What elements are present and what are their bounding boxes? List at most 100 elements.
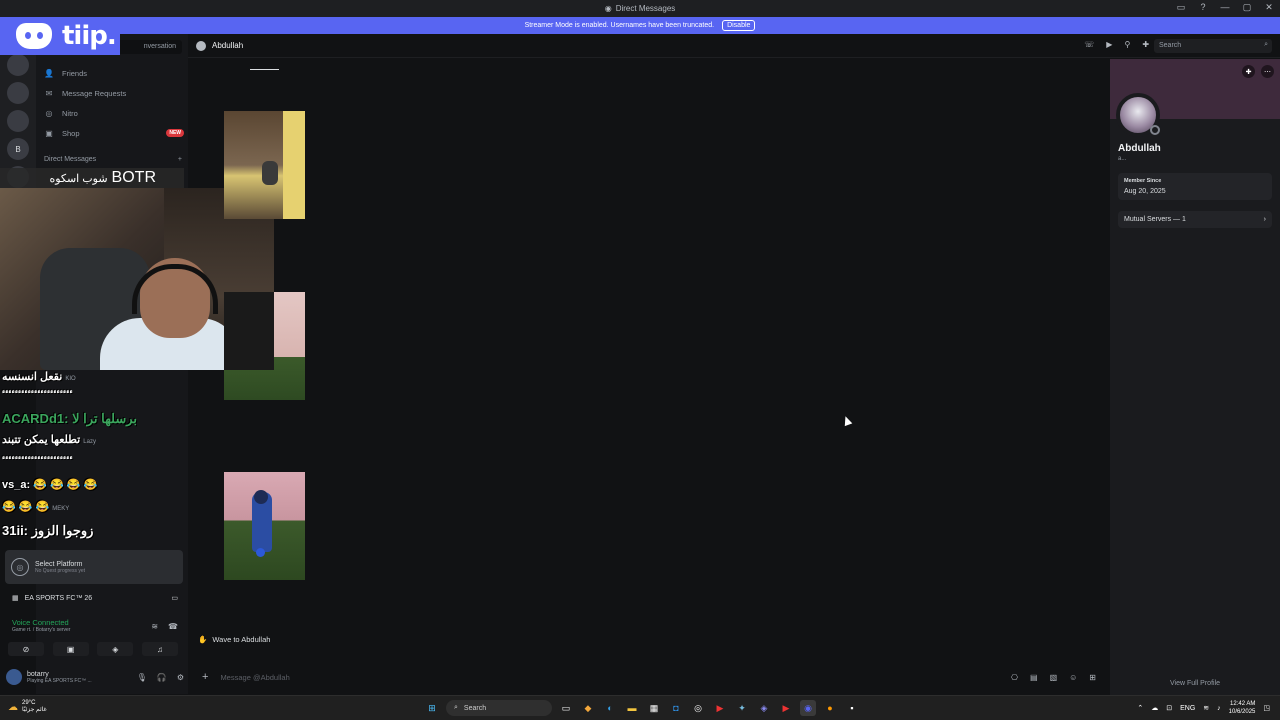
outlook-icon[interactable]: ◘ <box>668 700 684 716</box>
stream-chat-overlay: نقعل انسنسه KIO ٴٴٴٴٴٴٴٴٴٴٴٴٴٴٴٴٴٴٴٴٴٴ A… <box>0 370 186 550</box>
sidebar-item-label: Shop <box>62 128 80 138</box>
cloud-icon[interactable]: ☁ <box>1151 704 1158 712</box>
weather-widget[interactable]: ☁ 29°C غائم جزئيًا <box>8 700 47 714</box>
server-icon[interactable] <box>7 82 29 104</box>
profile-panel: ✚ ⋯ Abdullah a... Member Since Aug 20, 2… <box>1110 59 1280 695</box>
sidebar-item-friends[interactable]: 👤 Friends <box>44 65 184 81</box>
soundboard-button[interactable]: ♫ <box>141 642 178 656</box>
sidebar-item-message-requests[interactable]: ✉ Message Requests <box>44 85 184 101</box>
emoji-icon[interactable]: ☺ <box>1069 673 1077 682</box>
message-composer[interactable]: + Message @Abdullah ⎔ ▤ ▧ ☺ ⊞ <box>196 668 1104 686</box>
file-explorer-icon[interactable]: ▬ <box>624 700 640 716</box>
nitro-icon: ◎ <box>45 108 53 118</box>
chevron-right-icon: › <box>1263 216 1266 223</box>
maximize-button[interactable]: ▢ <box>1242 2 1252 13</box>
camera-off-button[interactable]: ⊘ <box>8 642 44 656</box>
task-view-icon[interactable]: ▭ <box>558 700 574 716</box>
microphone-icon[interactable]: 🎙 <box>137 673 147 682</box>
add-dm-button[interactable]: + <box>178 156 182 163</box>
server-icon[interactable] <box>7 54 29 76</box>
disable-button[interactable]: Disable <box>722 20 756 31</box>
teams-icon[interactable]: ◈ <box>756 700 772 716</box>
video-icon[interactable]: ▶ <box>1106 40 1112 49</box>
help-icon[interactable]: ? <box>1198 2 1208 13</box>
select-platform-card[interactable]: ◎ Select Platform No Quest progress yet <box>5 550 183 584</box>
avatar[interactable] <box>6 669 22 685</box>
chat-text: ٴٴٴٴٴٴٴٴٴٴٴٴٴٴٴٴٴٴٴٴٴٴ <box>2 391 73 403</box>
sidebar-item-label: Message Requests <box>62 88 127 98</box>
recipient-name[interactable]: Abdullah <box>212 41 243 50</box>
volume-icon[interactable]: ♪ <box>1217 705 1221 712</box>
discord-taskbar-icon[interactable]: ◉ <box>800 700 816 716</box>
chevron-up-icon[interactable]: ⌃ <box>1137 704 1143 712</box>
wave-button[interactable]: ✋ Wave to Abdullah <box>198 631 270 647</box>
edge-icon[interactable]: ◐ <box>602 700 618 716</box>
youtube-icon[interactable]: ▶ <box>712 700 728 716</box>
new-badge: NEW <box>166 129 184 137</box>
close-button[interactable]: ✕ <box>1264 2 1274 13</box>
composer-input[interactable]: Message @Abdullah <box>220 673 289 682</box>
window-title-text: Direct Messages <box>615 4 676 13</box>
server-icon[interactable] <box>7 110 29 132</box>
chat-line: vs_a: 😂 😂 😂 😂 <box>2 478 97 491</box>
disconnect-icon[interactable]: ☎ <box>168 622 178 631</box>
search-placeholder: Search <box>1159 42 1182 49</box>
phone-icon[interactable]: ☏ <box>1084 40 1094 49</box>
network-icon[interactable]: ⊡ <box>1166 704 1172 712</box>
gif-icon[interactable]: ▤ <box>1030 673 1038 682</box>
activity-button[interactable]: ◈ <box>97 642 134 656</box>
headphones-icon[interactable]: 🎧 <box>157 673 167 682</box>
app-icon[interactable]: ● <box>822 700 838 716</box>
inbox-icon[interactable]: ▭ <box>1176 2 1186 13</box>
share-screen-button[interactable]: ▣ <box>52 642 89 656</box>
pin-icon[interactable]: ⚲ <box>1124 40 1130 49</box>
app-icon[interactable]: ✦ <box>734 700 750 716</box>
video-attachment[interactable] <box>224 472 305 580</box>
minimize-button[interactable]: — <box>1220 2 1230 13</box>
dark-region <box>224 292 274 370</box>
start-icon[interactable]: ⊞ <box>424 700 440 716</box>
noise-suppression-icon[interactable]: ≋ <box>151 622 158 631</box>
message-divider <box>250 69 279 70</box>
chat-line: تطلعها يمكن تتبند Lazy <box>2 433 96 446</box>
copilot-icon[interactable]: ◆ <box>580 700 596 716</box>
taskbar-search[interactable]: ⌕ Search <box>446 700 552 716</box>
gear-icon[interactable]: ⚙ <box>177 673 184 682</box>
chat-text: تطلعها يمكن تتبند <box>2 434 81 446</box>
current-game[interactable]: ▦ EA SPORTS FC™ 26 ▭ <box>12 592 178 604</box>
clock[interactable]: 12:42 AM 10/6/2025 <box>1229 700 1256 716</box>
apps-icon[interactable]: ⊞ <box>1089 673 1096 682</box>
video-attachment[interactable] <box>224 111 305 219</box>
mutual-servers-card[interactable]: Mutual Servers — 1 › <box>1118 211 1272 228</box>
friends-icon: 👤 <box>44 68 54 78</box>
chat-line: 31ii: زوجوا الزوز <box>2 523 93 539</box>
gift-icon[interactable]: ⎔ <box>1011 673 1018 682</box>
wall <box>283 111 305 219</box>
terminal-icon[interactable]: ▪ <box>844 700 860 716</box>
add-friend-icon[interactable]: ✚ <box>1242 65 1255 78</box>
media-icon[interactable]: ▶ <box>778 700 794 716</box>
wifi-icon[interactable]: ≋ <box>1203 704 1209 712</box>
add-attachment-icon[interactable]: + <box>202 671 208 683</box>
server-icon-b[interactable]: B <box>7 138 29 160</box>
search-input[interactable]: Search ⌕ <box>1154 39 1272 53</box>
username: botarry <box>27 670 49 678</box>
user-controls: 🎙 🎧 ⚙ <box>137 673 184 682</box>
view-full-profile-link[interactable]: View Full Profile <box>1110 680 1280 687</box>
user-panel: botarry Playing EA SPORTS FC™ ... 🎙 🎧 ⚙ <box>6 666 184 688</box>
add-friend-icon[interactable]: ✚ <box>1142 40 1149 49</box>
window-title: ◉ Direct Messages <box>605 4 676 13</box>
more-icon[interactable]: ⋯ <box>1261 65 1274 78</box>
child-figure <box>262 161 278 185</box>
sticker-icon[interactable]: ▧ <box>1050 673 1058 682</box>
sidebar-item-nitro[interactable]: ◎ Nitro <box>44 105 184 121</box>
notification-icon[interactable]: ◳ <box>1263 704 1270 712</box>
sidebar-item-shop[interactable]: ▣ Shop NEW <box>44 125 184 141</box>
screen-share-icon[interactable]: ▭ <box>171 594 178 602</box>
video-attachment[interactable] <box>224 292 305 400</box>
store-icon[interactable]: ▦ <box>646 700 662 716</box>
steam-icon[interactable]: ◎ <box>690 700 706 716</box>
clock-time: 12:42 AM <box>1230 701 1256 707</box>
window-titlebar: ◉ Direct Messages ▭ ? — ▢ ✕ <box>0 0 1280 17</box>
language-indicator[interactable]: ENG <box>1180 705 1195 712</box>
